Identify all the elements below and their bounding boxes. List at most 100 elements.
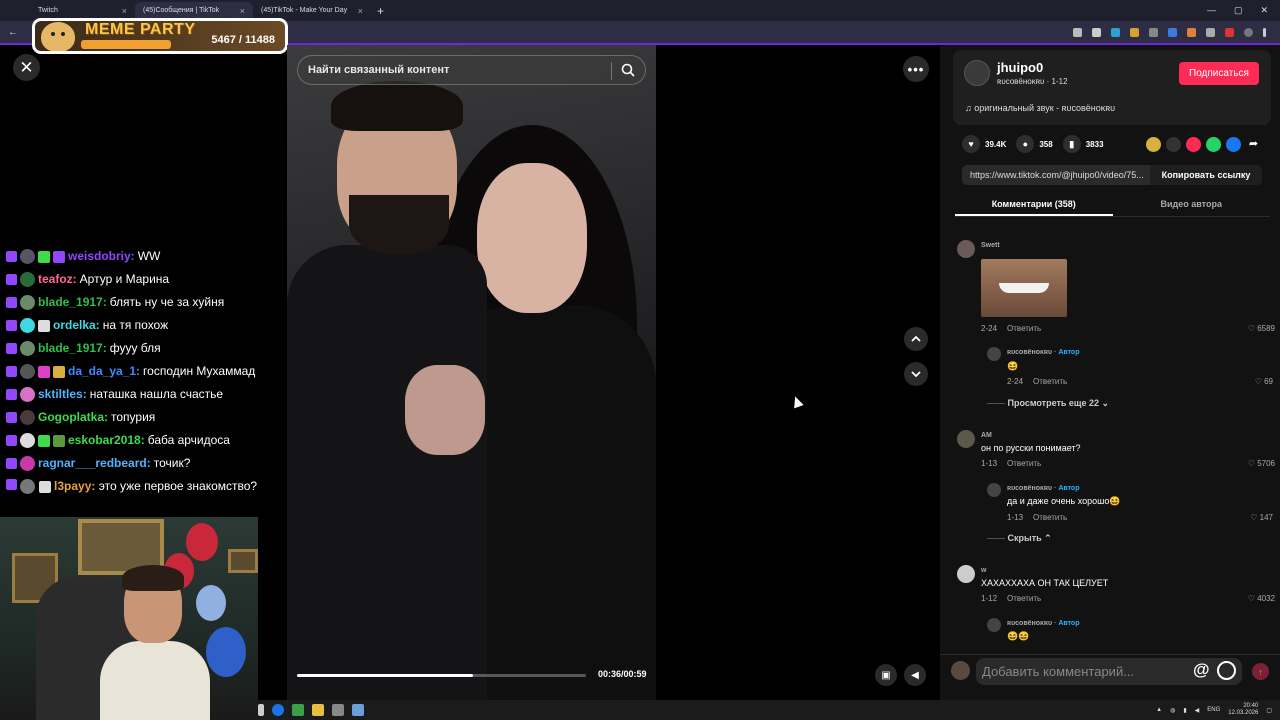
comment-author[interactable]: ʀᴜсᴏʙёнᴏᴋʀᴜ · Автор (1007, 620, 1079, 627)
comment-author[interactable]: w (981, 567, 986, 574)
chat-username[interactable]: weisdobriy: (68, 245, 135, 268)
app-icon[interactable] (352, 704, 364, 716)
author-name[interactable]: jhuipo0 (997, 60, 1043, 75)
send-comment-button[interactable]: ↑ (1252, 663, 1269, 680)
reply-button[interactable]: Ответить (1033, 513, 1067, 522)
chat-username[interactable]: eskobar2018: (68, 429, 145, 452)
author-avatar[interactable] (964, 60, 990, 86)
chat-username[interactable]: da_da_ya_1: (68, 360, 140, 383)
comment-sticker-image[interactable] (981, 259, 1067, 317)
embed-icon[interactable] (1166, 137, 1181, 152)
chat-username[interactable]: Gogoplatka: (38, 406, 108, 429)
more-options-button[interactable]: ••• (903, 56, 929, 82)
chat-username[interactable]: l3payy: (54, 479, 95, 493)
comment-button[interactable]: ● 358 (1016, 135, 1053, 153)
reply-button[interactable]: Ответить (1033, 377, 1067, 386)
chat-username[interactable]: ordelka: (53, 314, 100, 337)
app-icon[interactable] (332, 704, 344, 716)
facebook-icon[interactable] (1226, 137, 1241, 152)
app-icon[interactable] (272, 704, 284, 716)
comment-author[interactable]: ʀᴜсᴏʙёнᴏᴋʀᴜ · Автор (1007, 349, 1079, 356)
profile-avatar[interactable] (1244, 27, 1253, 37)
share-arrow-icon[interactable]: ➦ (1246, 137, 1261, 152)
sound-link[interactable]: ♫ оригинальный звук - ʀᴜсᴏʙёнᴏᴋʀᴜ (965, 103, 1115, 113)
tab-comments[interactable]: Комментарии (358) (955, 193, 1113, 216)
comment-like-count[interactable]: ♡ 147 (1250, 513, 1273, 522)
extension-icon[interactable] (1225, 27, 1234, 37)
chat-username[interactable]: blade_1917: (38, 337, 107, 360)
extension-icon[interactable] (1149, 27, 1158, 37)
avatar[interactable] (957, 240, 975, 258)
tab-tiktok-messages[interactable]: (45)Сообщения | TikTok × (135, 1, 253, 20)
back-icon[interactable]: ← (8, 27, 18, 38)
tab-twitch[interactable]: Twitch × (30, 2, 135, 20)
menu-icon[interactable] (1263, 27, 1266, 37)
mention-button[interactable]: @ (1193, 660, 1210, 680)
search-icon[interactable] (621, 63, 635, 77)
app-icon[interactable] (292, 704, 304, 716)
avatar[interactable] (957, 430, 975, 448)
save-button[interactable]: ▮ 3833 (1062, 135, 1104, 153)
comment-author[interactable]: AM (981, 432, 992, 439)
close-video-button[interactable]: ✕ (13, 54, 40, 81)
chat-username[interactable]: sktiltles: (38, 383, 87, 406)
avatar[interactable] (957, 565, 975, 583)
emoji-icon[interactable] (1217, 661, 1236, 680)
close-icon[interactable]: × (358, 6, 363, 16)
like-button[interactable]: ♥ 39.4K (962, 135, 1006, 153)
app-icon[interactable] (258, 704, 264, 716)
avatar[interactable] (987, 347, 1001, 361)
notification-icon[interactable]: ▢ (1266, 707, 1272, 714)
related-search-input[interactable]: Найти связанный контент (297, 55, 646, 85)
reply-button[interactable]: Ответить (1007, 324, 1041, 333)
window-close-icon[interactable]: ✕ (1260, 5, 1268, 16)
volume-icon[interactable]: ◀ (1195, 707, 1200, 714)
app-icon[interactable] (312, 704, 324, 716)
video-progress-bar[interactable] (297, 674, 586, 677)
comment-like-count[interactable]: ♡ 6589 (1248, 324, 1275, 333)
tab-author-videos[interactable]: Видео автора (1113, 193, 1271, 216)
chat-username[interactable]: ragnar___redbeard: (38, 452, 151, 475)
clock[interactable]: 20:40 12.03.2026 (1228, 703, 1258, 717)
reply-button[interactable]: Ответить (1007, 459, 1041, 468)
language-indicator[interactable]: ENG (1207, 707, 1220, 713)
chat-username[interactable]: teafoz: (38, 268, 77, 291)
copy-link-button[interactable]: Копировать ссылку (1150, 165, 1262, 185)
extension-icon[interactable] (1111, 27, 1120, 37)
extension-icon[interactable] (1206, 27, 1215, 37)
close-icon[interactable]: × (240, 6, 245, 16)
extension-icon[interactable] (1168, 27, 1177, 37)
comment-author[interactable]: Swett (981, 242, 1000, 249)
video-url[interactable]: https://www.tiktok.com/@jhuipo0/video/75… (970, 170, 1144, 180)
follow-button[interactable]: Подписаться (1179, 62, 1259, 85)
chat-username[interactable]: blade_1917: (38, 291, 107, 314)
hide-replies-button[interactable]: —— Скрыть ⌃ (987, 533, 1052, 544)
reply-button[interactable]: Ответить (1007, 594, 1041, 603)
extension-icon[interactable] (1130, 27, 1139, 37)
next-video-button[interactable] (904, 362, 928, 386)
comment-author[interactable]: ʀᴜсᴏʙёнᴏᴋʀᴜ · Автор (1007, 485, 1079, 492)
volume-button[interactable]: ◀ (904, 664, 926, 686)
pip-button[interactable]: ▣ (875, 664, 897, 686)
view-more-replies-button[interactable]: —— Просмотреть еще 22 ⌄ (987, 398, 1109, 409)
tray-icon[interactable]: ▲ (1156, 707, 1162, 713)
comment-like-count[interactable]: ♡ 4032 (1248, 594, 1275, 603)
minimize-icon[interactable]: — (1207, 5, 1216, 16)
comment-like-count[interactable]: ♡ 69 (1255, 377, 1273, 386)
comment-like-count[interactable]: ♡ 5706 (1248, 459, 1275, 468)
close-icon[interactable]: × (122, 6, 127, 16)
wifi-icon[interactable]: ◍ (1170, 707, 1175, 714)
maximize-icon[interactable]: ▢ (1234, 5, 1243, 16)
tab-tiktok-main[interactable]: (45)TikTok - Make Your Day × (253, 2, 371, 20)
extension-icon[interactable] (1073, 27, 1082, 37)
avatar[interactable] (987, 483, 1001, 497)
mic-icon[interactable]: ▮ (1183, 707, 1186, 714)
send-icon[interactable] (1186, 137, 1201, 152)
whatsapp-icon[interactable] (1206, 137, 1221, 152)
avatar[interactable] (987, 618, 1001, 632)
coin-icon[interactable] (1146, 137, 1161, 152)
previous-video-button[interactable] (904, 327, 928, 351)
extension-icon[interactable] (1187, 27, 1196, 37)
star-icon[interactable] (1092, 27, 1101, 37)
new-tab-button[interactable]: + (371, 4, 390, 18)
